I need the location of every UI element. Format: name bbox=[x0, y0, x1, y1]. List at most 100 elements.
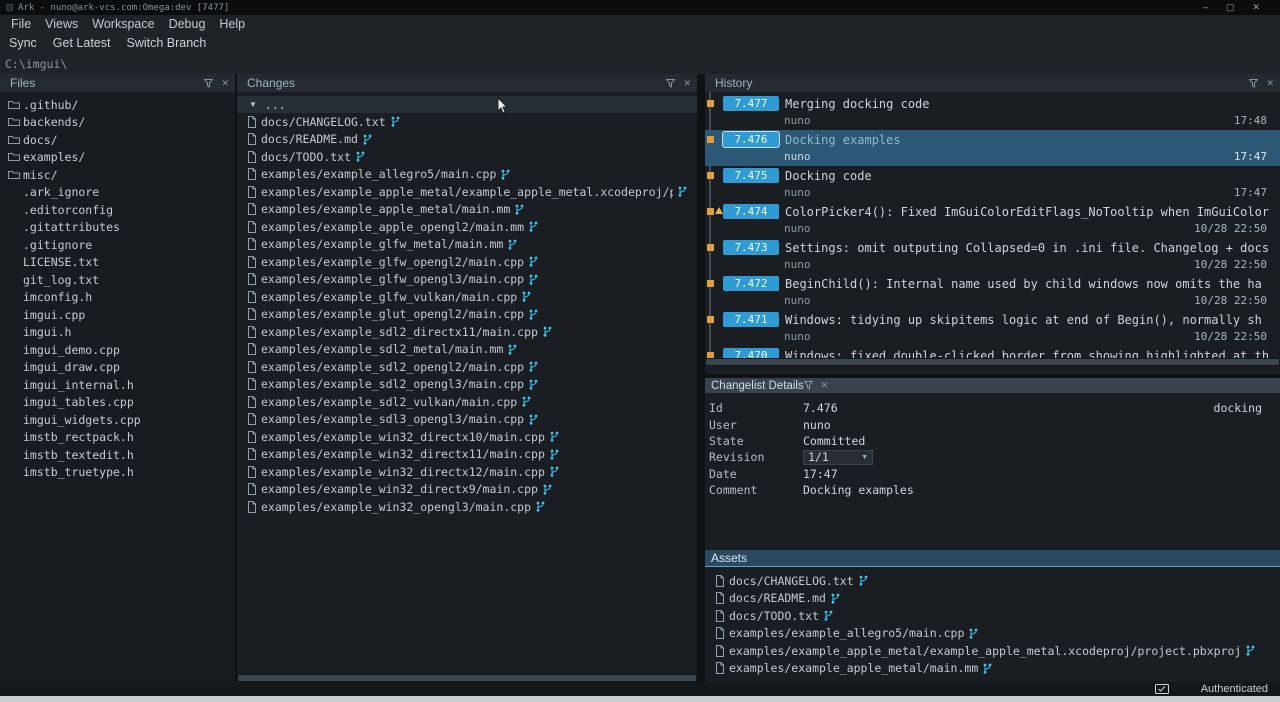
history-row[interactable]: 7.471 Windows: tidying up skipitems logi… bbox=[705, 310, 1280, 346]
scrollbar-thumb[interactable] bbox=[238, 675, 696, 681]
file-tree-row[interactable]: imconfig.h bbox=[0, 289, 235, 307]
history-row[interactable]: 7.476 Docking examples nuno 17:47 bbox=[705, 130, 1280, 166]
changeset-badge[interactable]: 7.475 bbox=[723, 168, 779, 183]
close-button[interactable]: ✕ bbox=[1252, 2, 1260, 13]
file-tree-row[interactable]: .gitattributes bbox=[0, 219, 235, 237]
history-row[interactable]: 7.474 ColorPicker4(): Fixed ImGuiColorEd… bbox=[705, 202, 1280, 238]
menu-item[interactable]: Help bbox=[212, 17, 252, 31]
file-tree-row[interactable]: imgui.h bbox=[0, 324, 235, 342]
history-row[interactable]: 7.472 BeginChild(): Internal name used b… bbox=[705, 274, 1280, 310]
changed-file-row[interactable]: docs/CHANGELOG.txt bbox=[237, 113, 697, 131]
history-horizontal-scrollbar[interactable] bbox=[705, 358, 1280, 366]
file-tree-row[interactable]: LICENSE.txt bbox=[0, 254, 235, 272]
changed-file-row[interactable]: examples/example_win32_directx9/main.cpp bbox=[237, 481, 697, 499]
asset-row[interactable]: examples/example_allegro5/main.cpp bbox=[705, 625, 1280, 643]
changed-file-row[interactable]: examples/example_glfw_metal/main.mm bbox=[237, 236, 697, 254]
filter-icon[interactable] bbox=[1249, 79, 1258, 88]
changed-file-row[interactable]: examples/example_win32_opengl3/main.cpp bbox=[237, 498, 697, 516]
assets-panel-header[interactable]: Assets bbox=[705, 550, 1280, 567]
filter-icon[interactable] bbox=[666, 79, 675, 88]
file-tree-row[interactable]: imgui_tables.cpp bbox=[0, 394, 235, 412]
close-icon[interactable]: ✕ bbox=[1266, 78, 1274, 89]
file-tree-row[interactable]: imgui_demo.cpp bbox=[0, 341, 235, 359]
changeset-badge[interactable]: 7.477 bbox=[723, 96, 779, 111]
changed-file-row[interactable]: examples/example_glfw_opengl2/main.cpp bbox=[237, 253, 697, 271]
file-tree-row[interactable]: docs/ bbox=[0, 131, 235, 149]
file-tree-row[interactable]: backends/ bbox=[0, 114, 235, 132]
file-tree-row[interactable]: imstb_textedit.h bbox=[0, 446, 235, 464]
minimize-button[interactable]: – bbox=[1203, 2, 1208, 13]
changed-file-row[interactable]: docs/TODO.txt bbox=[237, 148, 697, 166]
bottom-scrollbar[interactable] bbox=[0, 696, 1280, 702]
file-tree-row[interactable]: imgui_internal.h bbox=[0, 376, 235, 394]
changed-file-row[interactable]: examples/example_apple_metal/example_app… bbox=[237, 183, 697, 201]
menu-item[interactable]: Views bbox=[38, 17, 85, 31]
changed-file-row[interactable]: examples/example_glfw_opengl3/main.cpp bbox=[237, 271, 697, 289]
detail-value-box[interactable]: 1/1 ▼ bbox=[803, 450, 873, 465]
detail-value-box[interactable]: Docking examples ▼ bbox=[803, 483, 914, 497]
menu-item[interactable]: Workspace bbox=[85, 17, 161, 31]
file-tree-row[interactable]: .ark_ignore bbox=[0, 184, 235, 202]
history-row[interactable]: 7.477 Merging docking code nuno 17:48 bbox=[705, 94, 1280, 130]
dropdown-arrow-icon[interactable]: ▼ bbox=[861, 454, 868, 461]
maximize-button[interactable]: ▢ bbox=[1226, 2, 1235, 13]
close-icon[interactable]: ✕ bbox=[221, 78, 229, 89]
changes-horizontal-scrollbar[interactable] bbox=[237, 674, 697, 682]
asset-row[interactable]: examples/example_apple_metal/main.mm bbox=[705, 660, 1280, 678]
file-tree-row[interactable]: git_log.txt bbox=[0, 271, 235, 289]
changed-file-row[interactable]: examples/example_win32_directx11/main.cp… bbox=[237, 446, 697, 464]
file-tree-row[interactable]: imstb_rectpack.h bbox=[0, 429, 235, 447]
changed-file-row[interactable]: examples/example_sdl2_vulkan/main.cpp bbox=[237, 393, 697, 411]
menu-item[interactable]: File bbox=[4, 17, 38, 31]
file-tree-row[interactable]: .editorconfig bbox=[0, 201, 235, 219]
asset-row[interactable]: docs/README.md bbox=[705, 590, 1280, 608]
changed-file-row[interactable]: examples/example_glut_opengl2/main.cpp bbox=[237, 306, 697, 324]
changed-file-row[interactable]: examples/example_win32_directx12/main.cp… bbox=[237, 463, 697, 481]
changed-file-row[interactable]: examples/example_sdl2_metal/main.mm bbox=[237, 341, 697, 359]
file-tree-row[interactable]: imgui.cpp bbox=[0, 306, 235, 324]
asset-row[interactable]: docs/CHANGELOG.txt bbox=[705, 572, 1280, 590]
changes-root-row[interactable]: ▼ ... bbox=[237, 96, 697, 113]
history-row[interactable]: 7.475 Docking code nuno 17:47 bbox=[705, 166, 1280, 202]
toolbar-button[interactable]: Switch Branch bbox=[121, 36, 211, 50]
file-tree-row[interactable]: imgui_draw.cpp bbox=[0, 359, 235, 377]
file-tree-row[interactable]: .gitignore bbox=[0, 236, 235, 254]
changed-file-row[interactable]: examples/example_apple_opengl2/main.mm bbox=[237, 218, 697, 236]
changed-file-row[interactable]: examples/example_apple_metal/main.mm bbox=[237, 201, 697, 219]
toolbar-button[interactable]: Get Latest bbox=[48, 36, 116, 50]
detail-value-box[interactable]: 7.476 ▼ bbox=[803, 401, 838, 415]
asset-row[interactable]: examples/example_apple_metal/example_app… bbox=[705, 642, 1280, 660]
file-tree-row[interactable]: imstb_truetype.h bbox=[0, 464, 235, 482]
changed-file-row[interactable]: examples/example_allegro5/main.cpp bbox=[237, 166, 697, 184]
changeset-badge[interactable]: 7.474 bbox=[723, 204, 779, 219]
detail-value-box[interactable]: 17:47 ▼ bbox=[803, 467, 838, 481]
filter-icon[interactable] bbox=[204, 79, 213, 88]
file-tree-row[interactable]: examples/ bbox=[0, 149, 235, 167]
detail-value-box[interactable]: nuno ▼ bbox=[803, 418, 831, 432]
file-tree-row[interactable]: .github/ bbox=[0, 96, 235, 114]
menu-item[interactable]: Debug bbox=[162, 17, 213, 31]
filter-icon[interactable] bbox=[804, 381, 813, 390]
changed-file-row[interactable]: examples/example_sdl3_opengl3/main.cpp bbox=[237, 411, 697, 429]
changeset-badge[interactable]: 7.472 bbox=[723, 276, 779, 291]
changeset-badge[interactable]: 7.476 bbox=[723, 132, 779, 147]
changeset-badge[interactable]: 7.471 bbox=[723, 312, 779, 327]
changed-file-row[interactable]: examples/example_sdl2_directx11/main.cpp bbox=[237, 323, 697, 341]
file-tree-row[interactable]: imgui_widgets.cpp bbox=[0, 411, 235, 429]
changed-file-row[interactable]: examples/example_sdl2_opengl3/main.cpp bbox=[237, 376, 697, 394]
close-icon[interactable]: ✕ bbox=[683, 78, 691, 89]
changeset-badge[interactable]: 7.473 bbox=[723, 240, 779, 255]
file-tree-row[interactable]: misc/ bbox=[0, 166, 235, 184]
changed-file-row[interactable]: docs/README.md bbox=[237, 131, 697, 149]
changed-file-row[interactable]: examples/example_win32_directx10/main.cp… bbox=[237, 428, 697, 446]
changed-file-row[interactable]: examples/example_glfw_vulkan/main.cpp bbox=[237, 288, 697, 306]
asset-row[interactable]: docs/TODO.txt bbox=[705, 607, 1280, 625]
history-row[interactable]: 7.473 Settings: omit outputing Collapsed… bbox=[705, 238, 1280, 274]
close-icon[interactable]: ✕ bbox=[821, 380, 829, 391]
toolbar-button[interactable]: Sync bbox=[4, 36, 42, 50]
detail-value-box[interactable]: Committed ▼ bbox=[803, 434, 865, 448]
changed-file-row[interactable]: examples/example_sdl2_opengl2/main.cpp bbox=[237, 358, 697, 376]
expand-arrow-icon[interactable]: ▼ bbox=[249, 100, 257, 109]
changes-list: ▼ ... docs/CHANGELOG.txt bbox=[237, 92, 697, 682]
scrollbar-thumb[interactable] bbox=[706, 359, 1279, 365]
